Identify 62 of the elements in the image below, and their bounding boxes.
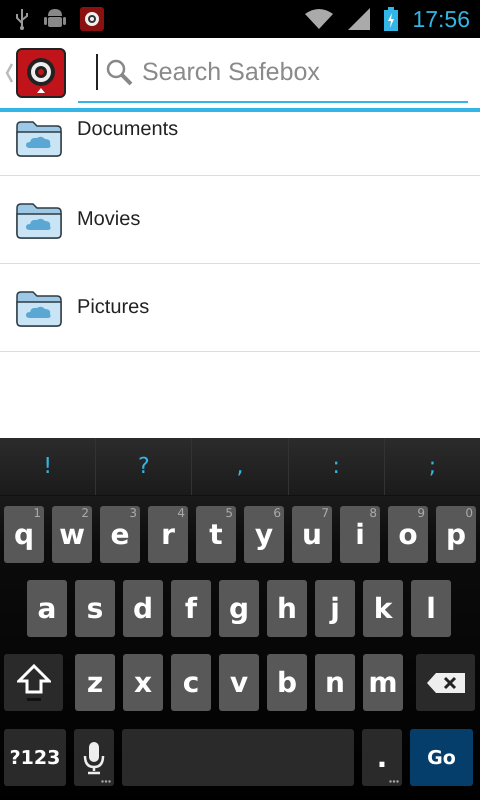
key-hint: 6 <box>273 506 281 520</box>
key[interactable]: u 7 <box>292 506 332 563</box>
key-hint: 7 <box>321 506 329 520</box>
key[interactable]: p 0 <box>436 506 476 563</box>
key[interactable]: o 9 <box>388 506 428 563</box>
key[interactable]: n <box>315 654 355 711</box>
folder-row[interactable]: Pictures <box>0 264 480 352</box>
key[interactable]: z <box>75 654 115 711</box>
key[interactable]: f <box>171 580 211 637</box>
suggestion[interactable]: , <box>192 438 289 495</box>
key[interactable]: q 1 <box>4 506 44 563</box>
delete-key[interactable] <box>416 654 475 711</box>
search-icon <box>104 57 134 87</box>
key[interactable]: m <box>363 654 403 711</box>
key[interactable]: e 3 <box>100 506 140 563</box>
shift-key[interactable] <box>4 654 63 711</box>
folder-row[interactable]: Documents <box>0 112 480 176</box>
symbols-key[interactable]: ?123 <box>4 729 66 786</box>
key-hint: 1 <box>33 506 41 520</box>
key[interactable]: a <box>27 580 67 637</box>
suggestion[interactable]: ? <box>96 438 192 495</box>
key[interactable]: g <box>219 580 259 637</box>
key[interactable]: v <box>219 654 259 711</box>
suggestion[interactable]: ! <box>0 438 96 495</box>
key[interactable]: y 6 <box>244 506 284 563</box>
wifi-icon <box>304 8 334 30</box>
battery-icon <box>384 7 398 31</box>
folder-row[interactable]: Movies <box>0 176 480 264</box>
key-hint: 3 <box>129 506 137 520</box>
key[interactable]: h <box>267 580 307 637</box>
app-notification-icon <box>80 7 104 31</box>
key-hint: 4 <box>177 506 185 520</box>
key[interactable]: l <box>411 580 451 637</box>
key[interactable]: w 2 <box>52 506 92 563</box>
microphone-icon <box>83 740 105 774</box>
key-hint: 0 <box>465 506 473 520</box>
key-hint: 8 <box>369 506 377 520</box>
signal-icon <box>348 8 370 30</box>
key[interactable]: t 5 <box>196 506 236 563</box>
period-key[interactable]: . <box>362 729 402 786</box>
suggestion[interactable]: ; <box>384 438 480 495</box>
key-hint: 2 <box>81 506 89 520</box>
shift-icon <box>16 662 50 702</box>
key[interactable]: b <box>267 654 307 711</box>
clock: 17:56 <box>412 6 470 32</box>
search-field[interactable]: Search Safebox <box>140 56 444 88</box>
voice-input-key[interactable] <box>74 729 114 786</box>
key-hint: 5 <box>225 506 233 520</box>
suggestion[interactable]: : <box>288 438 385 495</box>
key[interactable]: c <box>171 654 211 711</box>
key[interactable]: r 4 <box>148 506 188 563</box>
backspace-icon <box>426 672 466 694</box>
key[interactable]: j <box>315 580 355 637</box>
go-key[interactable]: Go <box>410 729 473 786</box>
app-icon[interactable] <box>16 48 66 98</box>
usb-icon <box>14 8 30 30</box>
key[interactable]: d <box>123 580 163 637</box>
key[interactable]: i 8 <box>340 506 380 563</box>
key-hint: 9 <box>417 506 425 520</box>
key[interactable]: x <box>123 654 163 711</box>
key[interactable]: s <box>75 580 115 637</box>
key[interactable]: k <box>363 580 403 637</box>
